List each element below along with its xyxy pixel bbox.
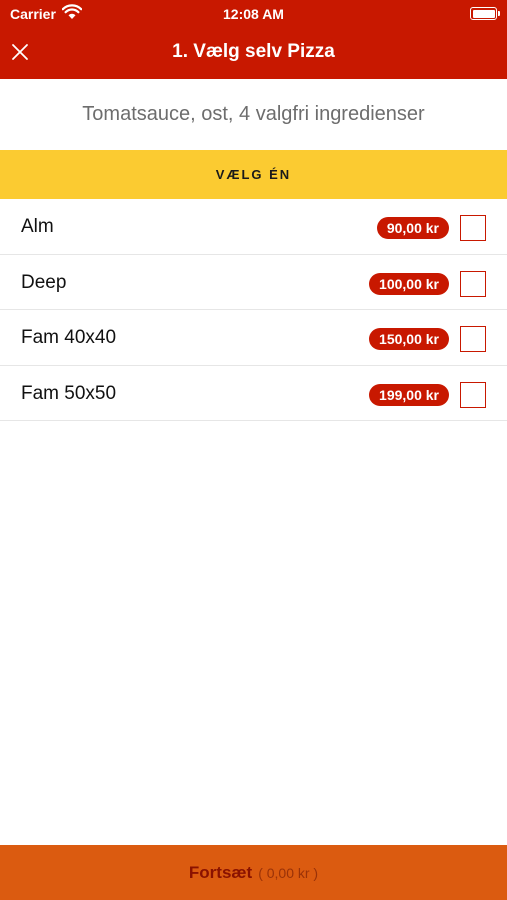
continue-label: Fortsæt — [188, 862, 253, 882]
product-description: Tomatsauce, ost, 4 valgfri ingredienser — [82, 103, 425, 125]
options-list: Alm 90,00 kr Deep 100,00 kr Fam 40x40 15… — [0, 199, 507, 421]
order-total: ( 0,00 kr ) — [258, 864, 319, 881]
option-label: Alm — [21, 216, 54, 237]
navigation-bar: 1. Vælg selv Pizza — [0, 28, 507, 79]
page-title: 1. Vælg selv Pizza — [172, 41, 335, 62]
option-row-fam-40x40[interactable]: Fam 40x40 150,00 kr — [0, 310, 507, 366]
status-bar: Carrier 12:08 AM — [0, 0, 507, 28]
option-checkbox[interactable] — [460, 381, 486, 408]
option-row-fam-50x50[interactable]: Fam 50x50 199,00 kr — [0, 366, 507, 421]
option-checkbox[interactable] — [460, 326, 486, 352]
price-badge: 199,00 kr — [369, 383, 449, 406]
option-checkbox[interactable] — [460, 270, 486, 297]
option-row-deep[interactable]: Deep 100,00 kr — [0, 255, 507, 310]
section-header: VÆLG ÉN — [0, 150, 507, 199]
price-badge: 100,00 kr — [369, 272, 449, 295]
option-label: Deep — [21, 271, 67, 293]
battery-icon — [470, 7, 500, 20]
option-label: Fam 50x50 — [21, 382, 117, 404]
status-time: 12:08 AM — [223, 6, 284, 22]
continue-button[interactable]: Fortsæt ( 0,00 kr ) — [0, 845, 507, 900]
screen: Carrier 12:08 AM 1. Vælg selv Pizza Toma… — [0, 0, 507, 900]
price-badge: 150,00 kr — [369, 328, 449, 350]
top-bar: Carrier 12:08 AM 1. Vælg selv Pizza — [0, 0, 507, 79]
option-checkbox[interactable] — [460, 215, 486, 241]
option-label: Fam 40x40 — [21, 327, 117, 348]
price-badge: 90,00 kr — [376, 217, 449, 239]
option-row-alm[interactable]: Alm 90,00 kr — [0, 199, 507, 255]
